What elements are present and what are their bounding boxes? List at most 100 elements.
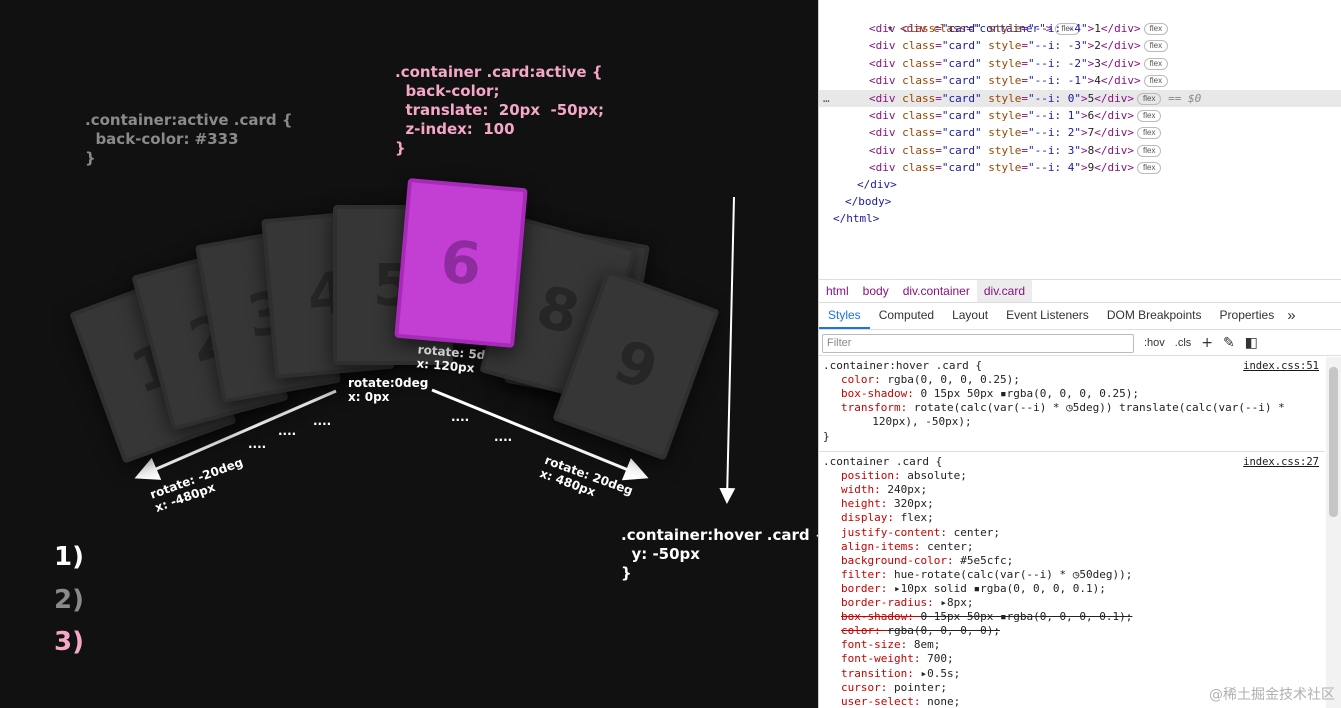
style-declaration[interactable]: color: rgba(0, 0, 0, 0.25); — [841, 373, 1020, 387]
dom-node-card[interactable]: <div class="card" style="--i: 2">7</div>… — [869, 124, 1162, 141]
style-declaration[interactable]: box-shadow: 0 15px 50px ▪rgba(0, 0, 0, 0… — [841, 610, 1132, 624]
style-declaration[interactable]: font-weight: 700; — [841, 652, 954, 666]
dom-node-card[interactable]: <div class="card" style="--i: -1">4</div… — [869, 72, 1169, 89]
step-3: 3) — [54, 627, 84, 657]
cls-toggle[interactable]: .cls — [1175, 337, 1192, 349]
dots: .... — [451, 410, 470, 424]
style-declaration[interactable]: box-shadow: 0 15px 50px ▪rgba(0, 0, 0, 0… — [841, 387, 1139, 401]
style-declaration[interactable]: 120px), -50px); — [859, 415, 971, 429]
tab-event-listeners[interactable]: Event Listeners — [997, 302, 1098, 329]
styles-tabs: Styles Computed Layout Event Listeners D… — [819, 303, 1341, 330]
breadcrumb: html body div.container div.card — [819, 279, 1341, 303]
tab-layout[interactable]: Layout — [943, 302, 997, 329]
dom-node-card[interactable]: <div class="card" style="--i: 1">6</div>… — [869, 107, 1162, 124]
card-index-value: -1 — [1067, 74, 1081, 88]
devtools-panel: ▾ <div class="container"> flex <div class… — [818, 0, 1341, 708]
tab-computed[interactable]: Computed — [870, 302, 943, 329]
rule-close-brace: } — [823, 429, 830, 443]
style-declaration[interactable]: font-size: 8em; — [841, 638, 940, 652]
dots: .... — [313, 414, 332, 428]
style-declaration[interactable]: transform: rotate(calc(var(--i) * ◷5deg)… — [841, 401, 1285, 415]
dom-node-card[interactable]: <div class="card" style="--i: -4">1</div… — [869, 20, 1169, 37]
dots: .... — [248, 437, 267, 451]
style-declaration[interactable]: user-select: none; — [841, 695, 960, 708]
tab-dom-breakpoints[interactable]: DOM Breakpoints — [1098, 302, 1211, 329]
label-rotate-0deg: rotate:0deg x: 0px — [348, 376, 429, 404]
dots: .... — [278, 424, 297, 438]
styles-pane: .container:hover .card { index.css:51 colo… — [819, 357, 1325, 708]
arrow-down — [719, 196, 736, 504]
style-declaration[interactable]: height: 320px; — [841, 497, 934, 511]
style-declaration[interactable]: justify-content: center; — [841, 526, 1000, 540]
style-declaration[interactable]: transition: ▸0.5s; — [841, 667, 960, 681]
dom-close-div[interactable]: </div> — [857, 176, 897, 193]
style-declaration[interactable]: position: absolute; — [841, 469, 967, 483]
flex-badge[interactable]: flex — [1137, 92, 1162, 105]
more-tabs-icon[interactable]: » — [1283, 302, 1299, 329]
card-index-value: 0 — [1067, 91, 1075, 105]
styles-scrollbar[interactable] — [1326, 357, 1341, 708]
sidebar-toggle-icon[interactable]: ◧ — [1245, 335, 1258, 351]
demo-canvas: .container:active .card { back-color: #3… — [0, 0, 818, 708]
flex-badge[interactable]: flex — [1137, 110, 1162, 122]
flex-badge[interactable]: flex — [1137, 144, 1162, 157]
tab-styles[interactable]: Styles — [819, 302, 870, 329]
step-2: 2) — [54, 585, 84, 615]
hov-toggle[interactable]: :hov — [1144, 337, 1165, 349]
card-index-value: 1 — [1067, 109, 1075, 122]
scroll-thumb[interactable] — [1329, 367, 1338, 517]
flex-badge[interactable]: flex — [1143, 75, 1169, 88]
dom-node-card[interactable]: <div class="card" style="--i: -2">3</div… — [869, 55, 1169, 72]
watermark: @稀土掘金技术社区 — [1209, 687, 1335, 703]
card-index-value: 2 — [1067, 126, 1075, 140]
card-text: 4 — [1094, 74, 1101, 88]
filter-input[interactable]: Filter — [822, 333, 1134, 353]
rule-source-link[interactable]: index.css:51 — [1243, 359, 1319, 373]
tab-properties[interactable]: Properties — [1211, 302, 1284, 329]
rule-selector[interactable]: .container:hover .card { — [823, 359, 982, 373]
styles-filter-bar: Filter :hov .cls + ✎ ◧ — [819, 331, 1341, 356]
dom-close-body[interactable]: </body> — [845, 193, 891, 210]
dom-node-card[interactable]: <div class="card" style="--i: 3">8</div>… — [869, 142, 1162, 159]
card-index-value: 3 — [1067, 143, 1075, 157]
dom-node-card[interactable]: … <div class="card" style="--i: 0">5</div… — [819, 89, 1341, 107]
style-declaration[interactable]: filter: hue-rotate(calc(var(--i) * ◷50de… — [841, 568, 1132, 582]
new-style-rule-icon[interactable]: + — [1201, 335, 1213, 351]
style-declaration[interactable]: align-items: center; — [841, 540, 973, 554]
breadcrumb-div-card[interactable]: div.card — [976, 280, 1032, 302]
flex-badge[interactable]: flex — [1137, 127, 1162, 140]
selected-marker: == $0 — [1168, 91, 1202, 105]
flex-badge[interactable]: flex — [1143, 23, 1169, 35]
style-declaration[interactable]: display: flex; — [841, 511, 934, 525]
card-index-value: -2 — [1067, 56, 1081, 70]
card-index-value: -3 — [1067, 39, 1081, 53]
card-text: 1 — [1094, 22, 1101, 35]
style-declaration[interactable]: border-radius: ▸8px; — [841, 596, 973, 610]
card-text: 2 — [1094, 39, 1101, 53]
style-declaration[interactable]: width: 240px; — [841, 483, 927, 497]
card-6-active[interactable]: 6 — [394, 178, 528, 348]
breadcrumb-div-container[interactable]: div.container — [896, 280, 977, 302]
style-declaration[interactable]: cursor: pointer; — [841, 681, 947, 695]
paint-icon[interactable]: ✎ — [1223, 335, 1235, 351]
more-ellipsis-icon[interactable]: … — [819, 90, 869, 107]
style-declaration[interactable]: border: ▸10px solid ▪rgba(0, 0, 0, 0.1); — [841, 582, 1106, 596]
rule-selector[interactable]: .container .card { — [823, 455, 942, 469]
breadcrumb-html[interactable]: html — [819, 280, 856, 302]
rule-divider — [819, 451, 1325, 452]
breadcrumb-body[interactable]: body — [856, 280, 896, 302]
card-text: 3 — [1094, 56, 1101, 70]
elements-tree: ▾ <div class="container"> flex <div class… — [819, 0, 1341, 278]
dom-node-card[interactable]: <div class="card" style="--i: 4">9</div>… — [869, 159, 1162, 176]
flex-badge[interactable]: flex — [1143, 57, 1169, 70]
style-declaration[interactable]: background-color: #5e5cfc; — [841, 554, 1013, 568]
dom-node-card[interactable]: <div class="card" style="--i: -3">2</div… — [869, 37, 1169, 54]
dom-node-container[interactable]: ▾ <div class="container"> flex — [847, 3, 1080, 35]
card-index-value: -4 — [1067, 22, 1081, 35]
dom-close-html[interactable]: </html> — [833, 210, 879, 227]
rule-source-link[interactable]: index.css:27 — [1243, 455, 1319, 469]
card-index-value: 4 — [1067, 161, 1075, 175]
flex-badge[interactable]: flex — [1143, 40, 1169, 53]
style-declaration[interactable]: color: rgba(0, 0, 0, 0); — [841, 624, 1000, 638]
flex-badge[interactable]: flex — [1137, 162, 1162, 175]
